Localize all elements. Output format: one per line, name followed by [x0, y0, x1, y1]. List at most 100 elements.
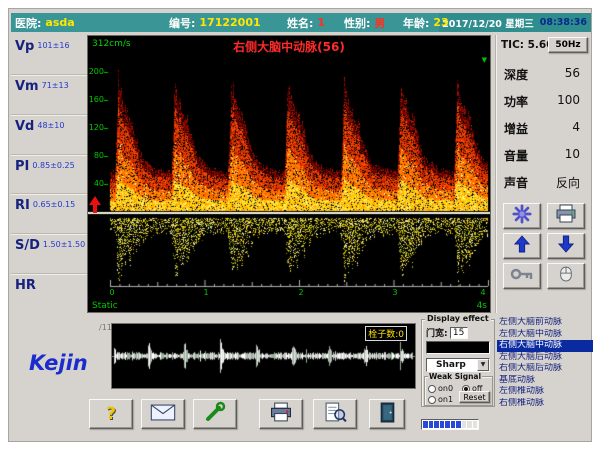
ri-value: 0.65±0.15 — [33, 200, 75, 209]
age-value: 23 — [433, 16, 448, 29]
vessel-title: 右侧大脑中动脉(56) — [88, 38, 490, 55]
gender-field: 性别: 男 — [344, 13, 385, 32]
artery-item[interactable]: 右侧大脑后动脉 — [497, 363, 593, 375]
exit-button[interactable] — [369, 399, 405, 429]
y-tick-120: 120 — [88, 123, 104, 132]
sd-value: 1.50±1.50 — [43, 240, 85, 249]
artery-item[interactable]: 右侧大脑中动脉 — [497, 340, 593, 352]
artery-list: 左侧大脑前动脉 左侧大脑中动脉 右侧大脑中动脉 左侧大脑后动脉 右侧大脑后动脉 … — [497, 317, 593, 409]
freq-button[interactable]: 50Hz — [548, 37, 588, 53]
gain-row: 增益 4 — [496, 117, 594, 141]
param-row-vp: Vp 101±16 — [11, 35, 87, 75]
sharp-dropdown[interactable]: Sharp ▼ — [426, 358, 490, 372]
artery-item[interactable]: 左侧大脑前动脉 — [497, 317, 593, 329]
radio-on0[interactable]: on0 — [428, 384, 453, 393]
weak-signal-group: Weak Signal on0 on1 off Reset — [424, 376, 493, 406]
gain-label: 增益 — [504, 120, 528, 137]
vd-label: Vd — [15, 119, 34, 134]
gender-label: 性别: — [344, 15, 370, 31]
sharp-dropdown-value: Sharp — [436, 360, 466, 370]
param-row-ri: RI 0.65±0.15 — [11, 194, 87, 234]
power-value: 100 — [557, 93, 580, 107]
mouse-button[interactable] — [547, 263, 585, 289]
x-tick-2: 2 — [296, 288, 306, 297]
param-row-pi: PI 0.85±0.25 — [11, 155, 87, 195]
patient-name-field: 姓名: 1 — [287, 13, 325, 32]
key-icon — [510, 266, 534, 286]
volume-row: 音量 10 — [496, 144, 594, 168]
patient-id-label: 编号: — [169, 15, 195, 31]
audio-trend-display: 栓子数:0 — [111, 323, 416, 389]
mode-label: Static — [92, 301, 118, 311]
patient-name-label: 姓名: — [287, 15, 313, 31]
help-button[interactable]: ? — [89, 399, 133, 429]
artery-item[interactable]: 左侧大脑中动脉 — [497, 329, 593, 341]
brand-logo: Kejin — [29, 351, 88, 375]
radio-on1[interactable]: on1 — [428, 395, 453, 404]
depth-label: 深度 — [504, 66, 528, 83]
scale-down-button[interactable] — [547, 233, 585, 259]
reset-button[interactable]: Reset — [459, 391, 490, 403]
datetime-block: 2017/12/20 星期三 08:38:36 — [439, 13, 591, 32]
arrow-up-icon — [514, 235, 530, 257]
emboli-count: 栓子数:0 — [365, 326, 407, 341]
printer-icon — [554, 204, 578, 228]
gate-width-value[interactable]: 15 — [450, 327, 468, 339]
param-row-vm: Vm 71±13 — [11, 75, 87, 115]
age-field: 年龄: 23 — [403, 13, 449, 32]
power-label: 功率 — [504, 93, 528, 110]
time-text: 08:38:36 — [540, 17, 587, 28]
control-panel: TIC: 5.60 50Hz 深度 56 功率 100 增益 4 音量 10 声… — [495, 35, 593, 313]
title-bar: 2017/12/20 星期三 08:38:36 医院: asda 编号: 171… — [11, 13, 591, 32]
artery-item[interactable]: 左侧大脑后动脉 — [497, 352, 593, 364]
gate-preview — [426, 341, 490, 354]
sweep-label: 4s — [477, 301, 487, 311]
patient-id-field: 编号: 17122001 — [169, 13, 261, 32]
parameter-sidebar: Vp 101±16 Vm 71±13 Vd 48±10 PI 0.85±0.25… — [11, 35, 87, 313]
flower-button[interactable] — [503, 203, 541, 229]
printer-icon — [268, 402, 294, 427]
flower-icon — [512, 204, 532, 228]
date-text: 2017/12/20 星期三 — [442, 16, 534, 30]
radio-icon — [428, 396, 436, 404]
arrow-down-icon — [558, 235, 574, 257]
weak-signal-title: Weak Signal — [428, 372, 482, 381]
sound-label: 声音 — [504, 174, 528, 191]
envelope-icon — [150, 404, 176, 425]
progress-bar — [421, 419, 479, 430]
tic-value: TIC: 5.60 — [501, 39, 554, 51]
vm-value: 71±13 — [42, 81, 69, 90]
artery-item[interactable]: 基底动脉 — [497, 375, 593, 387]
gate-width-label: 门宽: — [426, 326, 448, 339]
x-tick-3: 3 — [390, 288, 400, 297]
report-button[interactable] — [141, 399, 185, 429]
power-row: 功率 100 — [496, 90, 594, 114]
print-button[interactable] — [259, 399, 303, 429]
display-effect-title: Display effect — [425, 314, 491, 323]
volume-value: 10 — [565, 147, 580, 161]
patient-id-value: 17122001 — [199, 16, 260, 29]
sd-label: S/D — [15, 238, 40, 253]
question-icon: ? — [106, 404, 116, 424]
chevron-down-icon[interactable]: ▼ — [477, 359, 489, 371]
print-small-button[interactable] — [547, 203, 585, 229]
x-tick-1: 1 — [201, 288, 211, 297]
key-button[interactable] — [503, 263, 541, 289]
baseline-arrow-icon[interactable] — [89, 196, 101, 214]
radio-icon — [428, 385, 436, 393]
artery-item[interactable]: 左侧椎动脉 — [497, 386, 593, 398]
y-tick-160: 160 — [88, 95, 104, 104]
gain-value: 4 — [572, 120, 580, 134]
param-row-vd: Vd 48±10 — [11, 115, 87, 155]
scale-marker-icon: ▼ — [482, 56, 487, 64]
bottom-section: Kejin /11 栓子数:0 Display effect 门宽: 15 Sh… — [11, 315, 593, 442]
sound-row: 声音 反向 — [496, 171, 594, 195]
param-row-hr: HR — [11, 274, 87, 313]
app-panel: 2017/12/20 星期三 08:38:36 医院: asda 编号: 171… — [8, 8, 592, 442]
scale-up-button[interactable] — [503, 233, 541, 259]
volume-label: 音量 — [504, 147, 528, 164]
x-tick-4: 4 — [478, 288, 488, 297]
probe-button[interactable] — [193, 399, 237, 429]
review-button[interactable] — [313, 399, 357, 429]
artery-item[interactable]: 右侧椎动脉 — [497, 398, 593, 410]
